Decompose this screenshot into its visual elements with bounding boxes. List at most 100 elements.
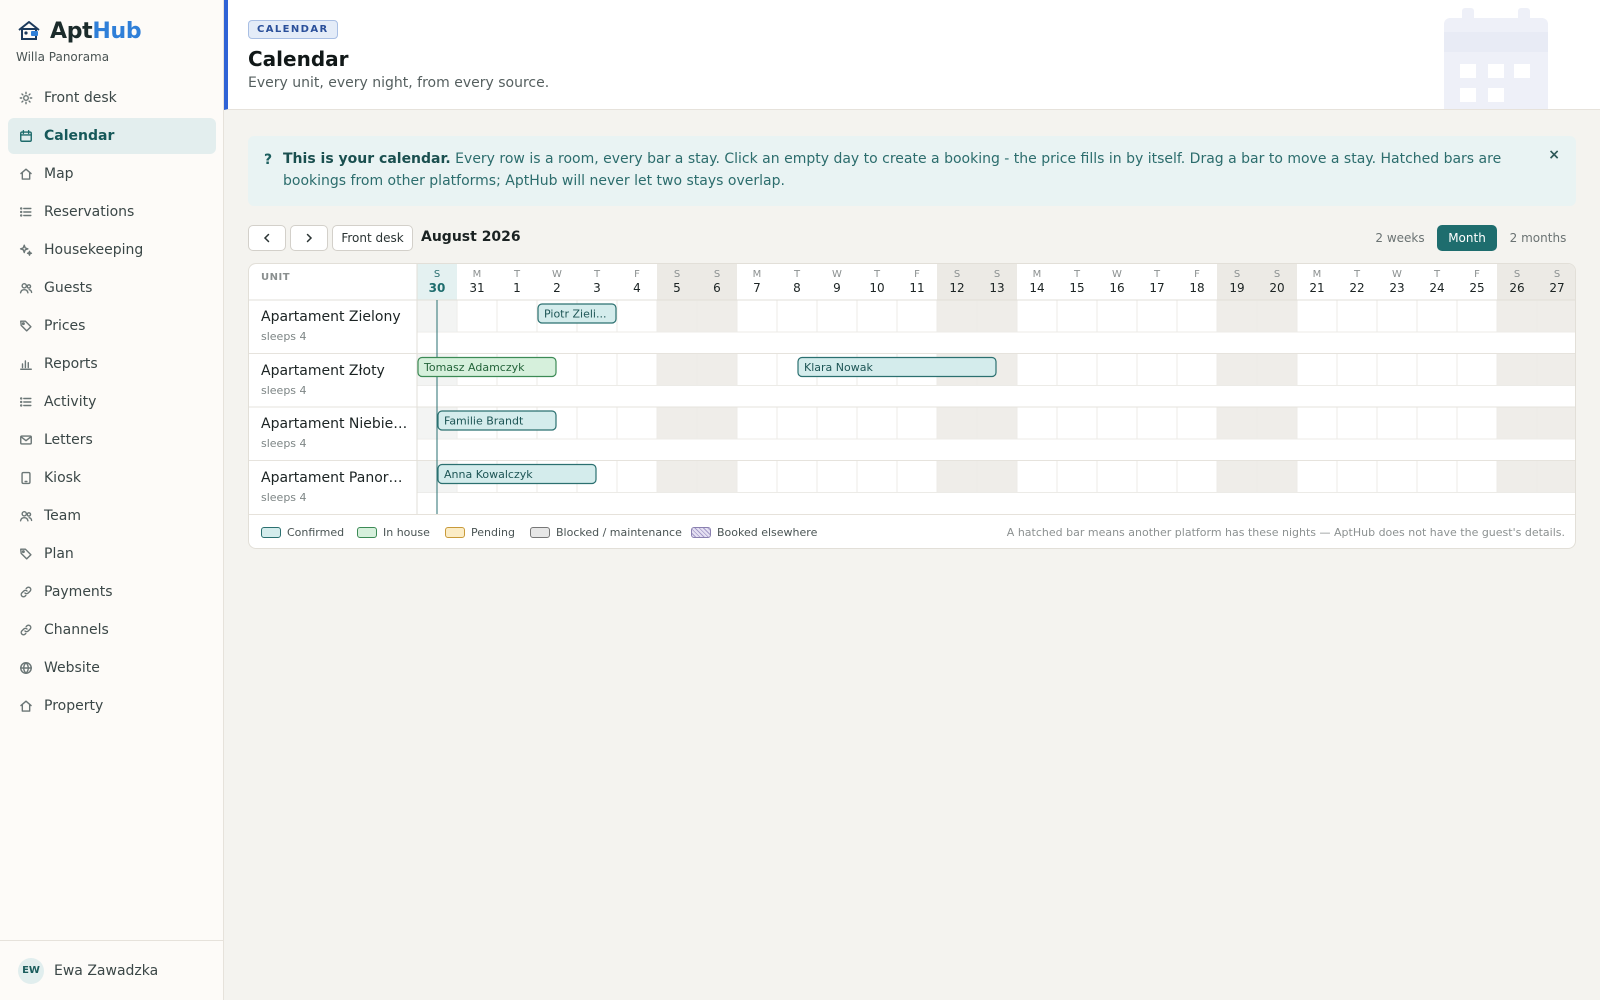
- next-button[interactable]: [290, 225, 328, 251]
- day-cell[interactable]: [1136, 460, 1178, 493]
- day-cell[interactable]: [1016, 299, 1058, 333]
- sidebar-item-map[interactable]: Map: [8, 156, 216, 192]
- brand[interactable]: AptHub: [16, 18, 142, 44]
- sidebar-item-payments[interactable]: Payments: [8, 574, 216, 610]
- sidebar-item-guests[interactable]: Guests: [8, 270, 216, 306]
- day-cell[interactable]: [736, 353, 778, 386]
- day-cell[interactable]: [576, 406, 618, 440]
- booking-bar[interactable]: Familie Brandt: [437, 410, 557, 431]
- day-cell[interactable]: [856, 299, 898, 333]
- sidebar-item-website[interactable]: Website: [8, 650, 216, 686]
- day-cell[interactable]: [896, 299, 938, 333]
- unit-name[interactable]: Apartament Niebieski: [261, 416, 409, 432]
- day-cell[interactable]: [1056, 299, 1098, 333]
- sidebar-item-reservations[interactable]: Reservations: [8, 194, 216, 230]
- day-cell[interactable]: [656, 406, 698, 440]
- day-cell[interactable]: [1456, 460, 1498, 493]
- sidebar-item-letters[interactable]: Letters: [8, 422, 216, 458]
- day-cell[interactable]: [936, 406, 978, 440]
- day-cell[interactable]: [736, 406, 778, 440]
- day-cell[interactable]: [1336, 353, 1378, 386]
- day-cell[interactable]: [1536, 353, 1576, 386]
- day-cell[interactable]: [1536, 406, 1576, 440]
- day-cell[interactable]: [1136, 406, 1178, 440]
- day-cell[interactable]: [976, 460, 1018, 493]
- day-cell[interactable]: [816, 299, 858, 333]
- day-cell[interactable]: [496, 299, 538, 333]
- day-cell[interactable]: [616, 460, 658, 493]
- close-icon[interactable]: ×: [1548, 147, 1560, 163]
- day-cell[interactable]: [1336, 460, 1378, 493]
- view-month[interactable]: Month: [1437, 225, 1497, 251]
- day-cell[interactable]: [856, 460, 898, 493]
- day-cell[interactable]: [616, 353, 658, 386]
- sidebar-item-reports[interactable]: Reports: [8, 346, 216, 382]
- day-cell[interactable]: [1256, 353, 1298, 386]
- day-cell[interactable]: [1056, 460, 1098, 493]
- day-cell[interactable]: [1096, 406, 1138, 440]
- booking-bar[interactable]: Klara Nowak: [797, 356, 997, 378]
- day-cell[interactable]: [856, 406, 898, 440]
- day-cell[interactable]: [1496, 299, 1538, 333]
- day-cell[interactable]: [776, 406, 818, 440]
- view-2-weeks[interactable]: 2 weeks: [1368, 225, 1432, 251]
- day-cell[interactable]: [456, 299, 498, 333]
- sidebar-item-front-desk[interactable]: Front desk: [8, 80, 216, 116]
- day-cell[interactable]: [1256, 460, 1298, 493]
- day-cell[interactable]: [1416, 406, 1458, 440]
- day-cell[interactable]: [1296, 460, 1338, 493]
- day-cell[interactable]: [1376, 299, 1418, 333]
- sidebar-item-team[interactable]: Team: [8, 498, 216, 534]
- day-cell[interactable]: [936, 299, 978, 333]
- booking-bar[interactable]: Piotr Zieli...: [537, 303, 617, 324]
- day-cell[interactable]: [1016, 406, 1058, 440]
- day-cell[interactable]: [1096, 353, 1138, 386]
- day-cell[interactable]: [1456, 353, 1498, 386]
- day-cell[interactable]: [1216, 299, 1258, 333]
- front-desk-button[interactable]: Front desk: [332, 225, 413, 251]
- day-cell[interactable]: [696, 406, 738, 440]
- day-cell[interactable]: [1456, 406, 1498, 440]
- day-cell[interactable]: [696, 353, 738, 386]
- day-cell[interactable]: [816, 406, 858, 440]
- day-cell[interactable]: [1296, 299, 1338, 333]
- sidebar-item-property[interactable]: Property: [8, 688, 216, 724]
- day-cell[interactable]: [1376, 460, 1418, 493]
- day-cell[interactable]: [776, 299, 818, 333]
- day-cell[interactable]: [1256, 406, 1298, 440]
- day-cell[interactable]: [1296, 406, 1338, 440]
- booking-bar[interactable]: Anna Kowalczyk: [437, 463, 597, 485]
- day-cell[interactable]: [1336, 299, 1378, 333]
- day-cell[interactable]: [1376, 406, 1418, 440]
- day-cell[interactable]: [1016, 460, 1058, 493]
- day-cell[interactable]: [896, 406, 938, 440]
- day-cell[interactable]: [1136, 353, 1178, 386]
- prev-button[interactable]: [248, 225, 286, 251]
- day-cell[interactable]: [736, 299, 778, 333]
- sidebar-item-activity[interactable]: Activity: [8, 384, 216, 420]
- day-cell[interactable]: [1216, 353, 1258, 386]
- day-cell[interactable]: [1096, 299, 1138, 333]
- day-cell[interactable]: [1176, 406, 1218, 440]
- day-cell[interactable]: [656, 299, 698, 333]
- day-cell[interactable]: [1056, 406, 1098, 440]
- day-cell[interactable]: [616, 406, 658, 440]
- unit-name[interactable]: Apartament Zielony: [261, 309, 409, 325]
- sidebar-item-calendar[interactable]: Calendar: [8, 118, 216, 154]
- sidebar-item-housekeeping[interactable]: Housekeeping: [8, 232, 216, 268]
- sidebar-item-channels[interactable]: Channels: [8, 612, 216, 648]
- day-cell[interactable]: [1176, 353, 1218, 386]
- day-cell[interactable]: [1536, 299, 1576, 333]
- sidebar-item-plan[interactable]: Plan: [8, 536, 216, 572]
- day-cell[interactable]: [936, 460, 978, 493]
- day-cell[interactable]: [1416, 353, 1458, 386]
- day-cell[interactable]: [1296, 353, 1338, 386]
- unit-name[interactable]: Apartament Złoty: [261, 363, 409, 379]
- day-cell[interactable]: [896, 460, 938, 493]
- day-cell[interactable]: [1056, 353, 1098, 386]
- day-cell[interactable]: [1256, 299, 1298, 333]
- day-cell[interactable]: [1336, 406, 1378, 440]
- day-cell[interactable]: [976, 406, 1018, 440]
- day-cell[interactable]: [1136, 299, 1178, 333]
- day-cell[interactable]: [616, 299, 658, 333]
